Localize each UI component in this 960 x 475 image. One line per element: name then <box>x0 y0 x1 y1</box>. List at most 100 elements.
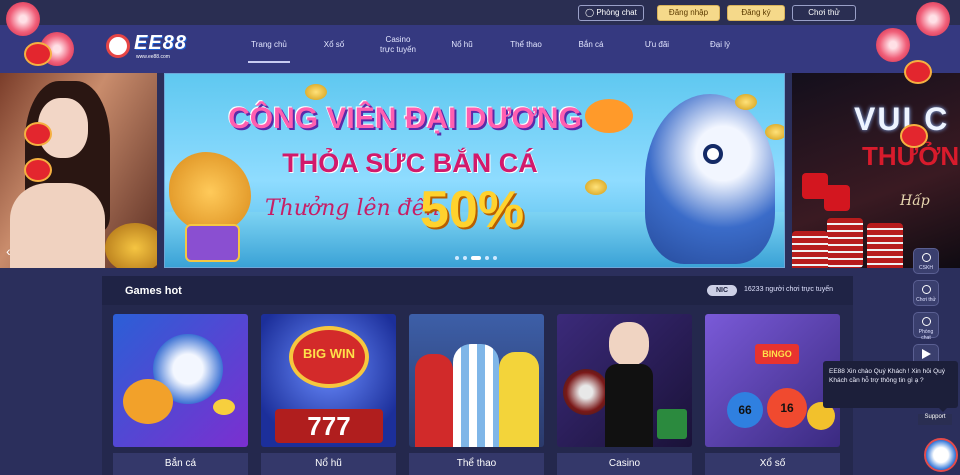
games-hot-title: Games hot <box>125 285 182 297</box>
dealer-dress <box>605 364 653 447</box>
carousel-dots <box>455 256 497 260</box>
big-win-text: BIG WIN <box>303 346 355 361</box>
chips-image <box>867 223 903 268</box>
coin-icon <box>735 94 757 110</box>
nav-xo-so[interactable]: Xổ số <box>318 25 350 65</box>
nav-no-hu[interactable]: Nổ hũ <box>448 25 476 65</box>
lantern-decoration <box>24 42 52 66</box>
nav-trang-chu[interactable]: Trang chủ <box>248 25 290 65</box>
carousel-dot[interactable] <box>493 256 497 260</box>
tool-label: Chơi thử <box>916 297 936 303</box>
tool-label: Phòng chat <box>918 329 934 341</box>
casino-image <box>557 314 692 447</box>
the-thao-image <box>409 314 544 447</box>
chips-image <box>792 231 828 268</box>
roulette-image <box>563 369 609 415</box>
headset-icon <box>922 253 931 262</box>
chat-bubble-tail <box>937 406 949 412</box>
no-hu-image: BIG WIN 777 <box>261 314 396 447</box>
player-red <box>415 354 453 447</box>
gold-pile <box>105 223 157 268</box>
logo-url: www.ee88.com <box>136 54 170 60</box>
register-button[interactable]: Đăng ký <box>727 5 785 21</box>
shark-eye <box>703 144 723 164</box>
carousel-dot-active[interactable] <box>471 256 481 260</box>
support-avatar[interactable] <box>924 438 958 472</box>
games-hot-header: Games hot NIC 16233 người chơi trực tuyế… <box>102 276 853 305</box>
phong-chat-tool-button[interactable]: Phòng chat <box>913 312 939 341</box>
nav-uu-dai[interactable]: Ưu đãi <box>642 25 672 65</box>
choi-thu-tool-button[interactable]: Chơi thử <box>913 280 939 306</box>
chips-image <box>827 218 863 268</box>
lottery-ball: 66 <box>727 392 763 428</box>
phong-chat-label: Phòng chat <box>596 8 637 17</box>
logo[interactable]: EE88 www.ee88.com <box>106 31 206 61</box>
carousel-dot[interactable] <box>455 256 459 260</box>
goldfish-image <box>585 99 633 133</box>
nav-dai-ly[interactable]: Đại lý <box>706 25 734 65</box>
demo-button[interactable]: Chơi thử <box>792 5 856 21</box>
carousel-dot[interactable] <box>485 256 489 260</box>
main-nav: EE88 www.ee88.com Trang chủ Xổ số Casino… <box>0 25 960 73</box>
phong-chat-button[interactable]: ◯ Phòng chat <box>578 5 644 21</box>
nav-the-thao[interactable]: Thể thao <box>508 25 544 65</box>
online-users-icon: NIC <box>707 285 737 296</box>
online-users-count: 16233 người chơi trực tuyến <box>744 286 833 293</box>
games-hot-panel: Games hot NIC 16233 người chơi trực tuyế… <box>102 276 853 475</box>
carousel-dot[interactable] <box>463 256 467 260</box>
coin-icon <box>585 179 607 195</box>
logo-emblem-icon <box>106 34 130 58</box>
main-banner[interactable]: CÔNG VIÊN ĐẠI DƯƠNG THỎA SỨC BẮN CÁ Thưở… <box>164 73 785 268</box>
nav-ban-ca[interactable]: Bắn cá <box>576 25 606 65</box>
banner-subtitle: THỎA SỨC BẮN CÁ <box>282 148 538 178</box>
cskh-button[interactable]: CSKH <box>913 248 939 274</box>
banner-title: CÔNG VIÊN ĐẠI DƯƠNG <box>228 102 582 135</box>
flower-decoration <box>916 2 950 36</box>
lantern-decoration <box>24 122 52 146</box>
bingo-sign: BINGO <box>755 344 799 364</box>
ban-ca-image <box>113 314 248 447</box>
game-card-label: Bắn cá <box>113 453 248 475</box>
lantern-decoration <box>24 158 52 182</box>
login-button[interactable]: Đăng nhập <box>657 5 720 21</box>
lantern-decoration <box>900 124 928 148</box>
chips-image <box>657 409 687 439</box>
coin-icon <box>305 84 327 100</box>
cartoon-fish-image <box>169 152 251 232</box>
gamepad-icon <box>922 285 931 294</box>
top-bar: ◯ Phòng chat Đăng nhập Đăng ký Chơi thử <box>0 0 960 25</box>
game-card-label: Thể thao <box>409 453 544 475</box>
banner-script-text: Thưởng lên đến <box>265 196 440 221</box>
coin-icon <box>765 124 784 140</box>
game-card-ban-ca[interactable]: Bắn cá <box>113 314 248 475</box>
banner-girl-body <box>10 183 105 268</box>
nav-casino[interactable]: Casino trực tuyến <box>378 25 418 65</box>
lantern-decoration <box>904 60 932 84</box>
slot-777: 777 <box>275 409 383 443</box>
game-card-label: Nổ hũ <box>261 453 396 475</box>
player-white <box>453 344 499 447</box>
coin-icon <box>213 399 235 415</box>
chevron-left-icon[interactable]: ‹ <box>6 243 11 259</box>
chat-greeting-bubble[interactable]: EE88 Xin chào Quý Khách ! Xin hỏi Quý Kh… <box>823 361 958 408</box>
chat-icon <box>922 317 931 326</box>
treasure-chest-image <box>185 224 240 262</box>
lottery-ball: 16 <box>767 388 807 428</box>
dice-icon <box>824 185 850 211</box>
banner-percent: 50% <box>420 181 525 239</box>
game-card-xo-so[interactable]: BINGO 66 16 Xổ số <box>705 314 840 475</box>
flower-decoration <box>6 2 40 36</box>
send-icon <box>922 349 931 359</box>
game-card-casino[interactable]: Casino <box>557 314 692 475</box>
logo-text: EE88 <box>134 32 187 54</box>
shark-image <box>645 94 775 264</box>
game-card-no-hu[interactable]: BIG WIN 777 Nổ hũ <box>261 314 396 475</box>
tool-label: CSKH <box>919 265 933 271</box>
fish-image <box>123 379 173 424</box>
game-card-the-thao[interactable]: Thể thao <box>409 314 544 475</box>
player-yellow <box>499 352 539 447</box>
flower-decoration <box>876 28 910 62</box>
support-label: Support <box>918 414 952 425</box>
right-banner[interactable]: VUI C THƯỞN Hấp <box>792 73 960 268</box>
chat-icon: ◯ <box>585 8 597 17</box>
